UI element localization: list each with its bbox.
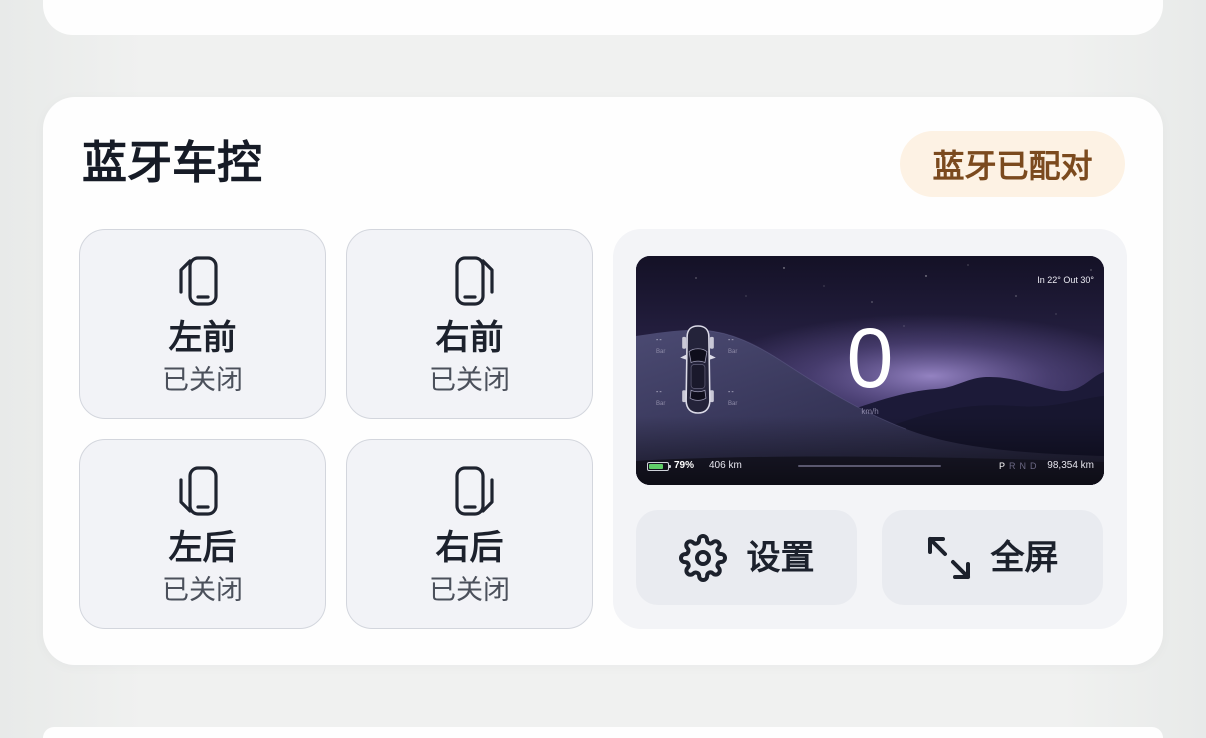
tire-pressure-front-right: -- Bar bbox=[728, 336, 746, 356]
tire-pressure-unit: Bar bbox=[656, 349, 666, 355]
battery-percent: 79% bbox=[674, 460, 695, 471]
expand-icon bbox=[927, 536, 971, 580]
next-card bbox=[43, 727, 1163, 738]
gear-icon bbox=[678, 533, 727, 582]
page: 蓝牙车控 蓝牙已配对 左前 已关闭 右前 已关闭 左后 已关闭 右后 已关闭 I… bbox=[0, 0, 1206, 738]
driving-range: 406 km bbox=[709, 460, 742, 471]
tire-pressure-value: -- bbox=[728, 389, 735, 396]
tire-pressure-unit: Bar bbox=[728, 401, 738, 407]
door-status: 已关闭 bbox=[429, 365, 510, 396]
settings-button-label: 设置 bbox=[746, 537, 815, 578]
progress-track bbox=[798, 465, 941, 467]
temperature-readout: In 22° Out 30° bbox=[1037, 275, 1094, 285]
door-front-left-icon bbox=[178, 256, 218, 306]
tire-pressure-rear-right: -- Bar bbox=[728, 388, 746, 408]
door-label: 左后 bbox=[168, 528, 237, 568]
door-status: 已关闭 bbox=[429, 575, 510, 606]
door-label: 右前 bbox=[435, 318, 504, 358]
tire-pressure-unit: Bar bbox=[728, 349, 738, 355]
car-top-view-icon bbox=[680, 325, 716, 414]
speed-unit: km/h bbox=[861, 407, 879, 416]
door-rear-left-icon bbox=[178, 466, 218, 516]
tire-pressure-rear-left: -- Bar bbox=[656, 388, 674, 408]
previous-card bbox=[43, 0, 1163, 35]
tire-pressure-unit: Bar bbox=[656, 401, 666, 407]
bluetooth-control-card: 蓝牙车控 蓝牙已配对 左前 已关闭 右前 已关闭 左后 已关闭 右后 已关闭 I… bbox=[43, 97, 1163, 665]
card-title: 蓝牙车控 bbox=[82, 136, 263, 189]
tire-pressure-front-left: -- Bar bbox=[656, 336, 674, 356]
battery-level-fill bbox=[649, 464, 664, 469]
bluetooth-status-badge: 蓝牙已配对 bbox=[900, 131, 1125, 197]
door-tile-front-left[interactable]: 左前 已关闭 bbox=[79, 229, 326, 419]
tire-pressure-value: -- bbox=[728, 337, 735, 344]
door-front-right-icon bbox=[454, 256, 494, 306]
gear-r: R bbox=[1009, 461, 1016, 471]
door-status: 已关闭 bbox=[162, 365, 243, 396]
dashboard-preview: In 22° Out 30° -- Bar -- Bar -- Bar -- B… bbox=[636, 256, 1104, 485]
gear-d: D bbox=[1030, 461, 1037, 471]
fullscreen-button-label: 全屏 bbox=[990, 537, 1059, 578]
dashboard-panel: In 22° Out 30° -- Bar -- Bar -- Bar -- B… bbox=[613, 229, 1127, 629]
door-tile-rear-right[interactable]: 右后 已关闭 bbox=[346, 439, 593, 629]
odometer: 98,354 km bbox=[1047, 460, 1094, 471]
gear-n: N bbox=[1019, 461, 1027, 471]
door-status: 已关闭 bbox=[162, 575, 243, 606]
gear-selector: PRND bbox=[999, 460, 1041, 472]
door-rear-right-icon bbox=[454, 466, 494, 516]
tire-pressure-value: -- bbox=[656, 389, 663, 396]
gear-p: P bbox=[999, 461, 1006, 471]
tire-pressure-value: -- bbox=[656, 337, 663, 344]
door-label: 右后 bbox=[435, 528, 504, 568]
battery-icon bbox=[647, 462, 671, 471]
settings-button[interactable]: 设置 bbox=[636, 510, 857, 605]
door-label: 左前 bbox=[168, 318, 237, 358]
fullscreen-button[interactable]: 全屏 bbox=[882, 510, 1103, 605]
door-tile-rear-left[interactable]: 左后 已关闭 bbox=[79, 439, 326, 629]
speed-value: 0 bbox=[846, 311, 894, 405]
door-tile-front-right[interactable]: 右前 已关闭 bbox=[346, 229, 593, 419]
